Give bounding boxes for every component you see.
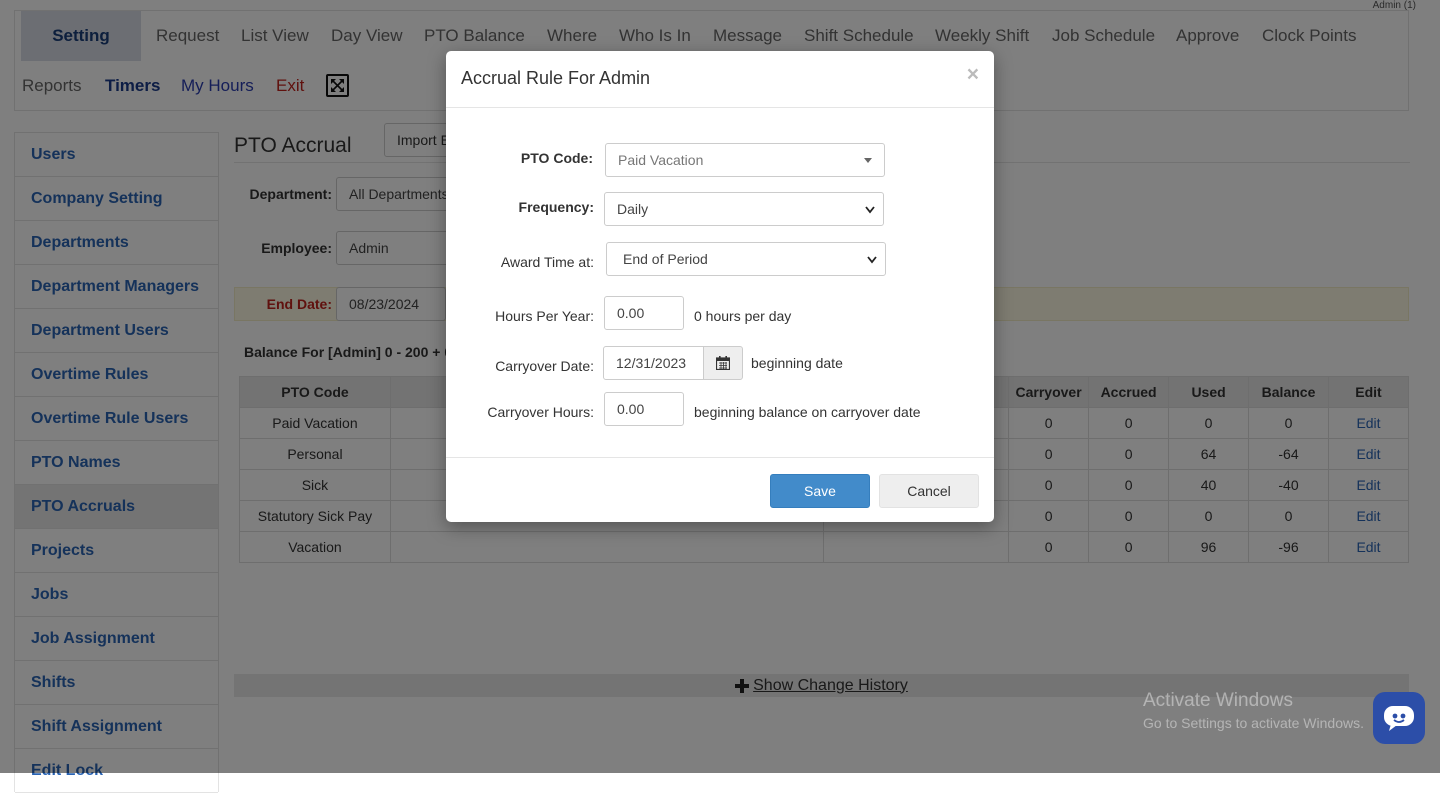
hours-per-day-help: 0 hours per day [694,308,792,324]
carryover-date-input[interactable]: 12/31/2023 [603,346,704,380]
award-time-value: End of Period [623,251,708,267]
carryover-hours-label: Carryover Hours: [487,404,594,420]
hours-per-year-input[interactable]: 0.00 [604,296,684,330]
carryover-hours-input[interactable]: 0.00 [604,392,684,426]
carryover-date-help: beginning date [751,355,843,371]
chevron-down-icon [865,206,875,214]
watermark-subtitle: Go to Settings to activate Windows. [1143,715,1364,731]
chat-button[interactable] [1373,692,1425,744]
dialog-title: Accrual Rule For Admin [461,68,651,88]
award-time-select[interactable]: End of Period [606,242,886,276]
caret-down-icon [864,158,872,163]
windows-activation-watermark: Activate Windows Go to Settings to activ… [1143,690,1364,731]
watermark-title: Activate Windows [1143,690,1293,711]
dialog-footer: Save Cancel [446,457,994,522]
carryover-date-label: Carryover Date: [495,358,594,374]
frequency-select[interactable]: Daily [604,192,884,226]
accrual-rule-dialog: Accrual Rule For Admin × [446,51,994,522]
frequency-value: Daily [617,201,649,217]
cancel-button[interactable]: Cancel [879,474,979,508]
calendar-button[interactable] [703,346,743,380]
close-icon[interactable]: × [967,64,979,85]
pto-code-label: PTO Code: [520,150,593,166]
dialog-header: Accrual Rule For Admin × [446,51,994,108]
carryover-hours-help: beginning balance on carryover date [694,404,921,420]
save-button[interactable]: Save [770,474,870,508]
hours-per-year-label: Hours Per Year: [495,308,594,324]
chat-icon [1384,706,1414,731]
calendar-icon [716,356,730,370]
frequency-label: Frequency: [518,199,594,215]
award-time-label: Award Time at: [500,254,594,270]
chevron-down-icon [867,256,877,264]
pto-code-select[interactable]: Paid Vacation [605,143,885,177]
pto-code-value: Paid Vacation [618,152,704,168]
